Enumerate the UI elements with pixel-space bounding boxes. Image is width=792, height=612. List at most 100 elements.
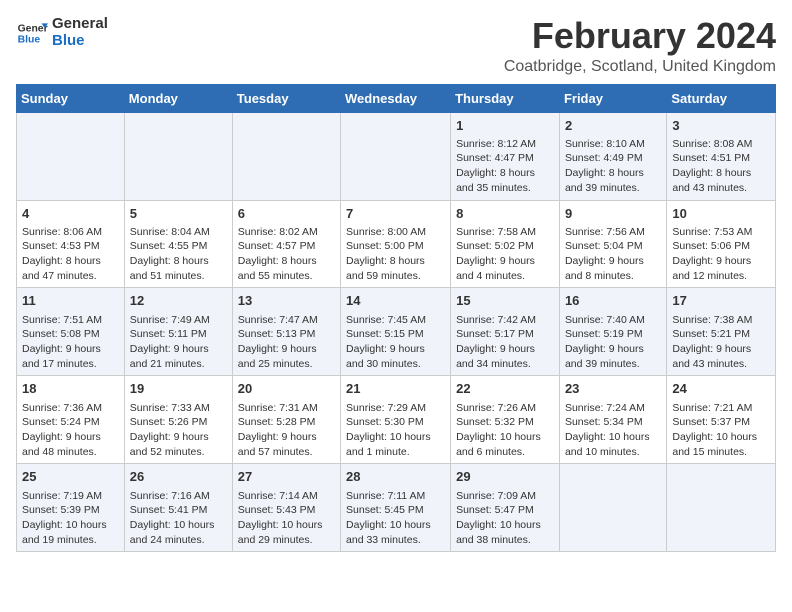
day-number: 16: [565, 292, 661, 310]
calendar-cell: 8Sunrise: 7:58 AM Sunset: 5:02 PM Daylig…: [451, 200, 560, 288]
header: General Blue General Blue February 2024 …: [16, 16, 776, 76]
location-title: Coatbridge, Scotland, United Kingdom: [504, 58, 776, 76]
day-number: 23: [565, 380, 661, 398]
calendar-cell: 4 Sunrise: 8:06 AM Sunset: 4:53 PM Daylig…: [17, 200, 125, 288]
day-info: Sunrise: 7:09 AM Sunset: 5:47 PM Dayligh…: [456, 489, 554, 548]
day-number: 2: [565, 117, 661, 135]
day-info: Sunrise: 7:26 AM Sunset: 5:32 PM Dayligh…: [456, 401, 554, 460]
calendar-cell: [124, 112, 232, 200]
calendar-cell: 7 Sunrise: 8:00 AM Sunset: 5:00 PM Daylig…: [341, 200, 451, 288]
calendar-cell: 27Sunrise: 7:14 AM Sunset: 5:43 PM Dayli…: [232, 464, 340, 552]
day-number: 7: [346, 205, 445, 223]
day-number: 21: [346, 380, 445, 398]
week-row-4: 18Sunrise: 7:36 AM Sunset: 5:24 PM Dayli…: [17, 376, 776, 464]
day-number: 6: [238, 205, 335, 223]
day-info: Sunrise: 7:51 AM Sunset: 5:08 PM Dayligh…: [22, 313, 119, 372]
calendar-cell: 22Sunrise: 7:26 AM Sunset: 5:32 PM Dayli…: [451, 376, 560, 464]
day-number: 28: [346, 468, 445, 486]
day-info: Sunrise: 7:53 AM Sunset: 5:06 PM Dayligh…: [672, 225, 770, 284]
calendar-cell: [667, 464, 776, 552]
calendar-cell: 26 Sunrise: 7:16 AM Sunset: 5:41 PM Dayli…: [124, 464, 232, 552]
day-info: Sunrise: 7:40 AM Sunset: 5:19 PM Dayligh…: [565, 313, 661, 372]
header-day-saturday: Saturday: [667, 84, 776, 112]
day-info: Sunrise: 7:11 AM Sunset: 5:45 PM Dayligh…: [346, 489, 445, 548]
svg-text:Blue: Blue: [18, 34, 41, 45]
day-info: Sunrise: 8:12 AM Sunset: 4:47 PM Dayligh…: [456, 137, 554, 196]
calendar-cell: 15Sunrise: 7:42 AM Sunset: 5:17 PM Dayli…: [451, 288, 560, 376]
day-info: Sunrise: 7:56 AM Sunset: 5:04 PM Dayligh…: [565, 225, 661, 284]
day-number: 25: [22, 468, 119, 486]
day-number: 13: [238, 292, 335, 310]
day-number: 5: [130, 205, 227, 223]
calendar-cell: 14 Sunrise: 7:45 AM Sunset: 5:15 PM Dayli…: [341, 288, 451, 376]
day-number: 26: [130, 468, 227, 486]
day-info: Sunrise: 8:00 AM Sunset: 5:00 PM Dayligh…: [346, 225, 445, 284]
day-number: 20: [238, 380, 335, 398]
calendar-cell: 16 Sunrise: 7:40 AM Sunset: 5:19 PM Dayli…: [559, 288, 666, 376]
day-info: Sunrise: 7:29 AM Sunset: 5:30 PM Dayligh…: [346, 401, 445, 460]
calendar-cell: 11Sunrise: 7:51 AM Sunset: 5:08 PM Dayli…: [17, 288, 125, 376]
logo: General Blue General Blue: [16, 16, 108, 49]
header-day-friday: Friday: [559, 84, 666, 112]
calendar-cell: 29 Sunrise: 7:09 AM Sunset: 5:47 PM Dayli…: [451, 464, 560, 552]
calendar-cell: 1 Sunrise: 8:12 AM Sunset: 4:47 PM Daylig…: [451, 112, 560, 200]
calendar-cell: 9Sunrise: 7:56 AM Sunset: 5:04 PM Daylig…: [559, 200, 666, 288]
header-day-sunday: Sunday: [17, 84, 125, 112]
calendar-cell: 6 Sunrise: 8:02 AM Sunset: 4:57 PM Daylig…: [232, 200, 340, 288]
calendar-cell: [341, 112, 451, 200]
day-number: 29: [456, 468, 554, 486]
calendar-cell: 3Sunrise: 8:08 AM Sunset: 4:51 PM Daylig…: [667, 112, 776, 200]
header-day-tuesday: Tuesday: [232, 84, 340, 112]
day-number: 4: [22, 205, 119, 223]
calendar-cell: 28 Sunrise: 7:11 AM Sunset: 5:45 PM Dayli…: [341, 464, 451, 552]
calendar-cell: [559, 464, 666, 552]
day-number: 19: [130, 380, 227, 398]
calendar-cell: 17Sunrise: 7:38 AM Sunset: 5:21 PM Dayli…: [667, 288, 776, 376]
header-row: SundayMondayTuesdayWednesdayThursdayFrid…: [17, 84, 776, 112]
header-day-monday: Monday: [124, 84, 232, 112]
day-info: Sunrise: 8:10 AM Sunset: 4:49 PM Dayligh…: [565, 137, 661, 196]
day-number: 18: [22, 380, 119, 398]
day-number: 24: [672, 380, 770, 398]
day-number: 1: [456, 117, 554, 135]
header-day-thursday: Thursday: [451, 84, 560, 112]
month-title: February 2024: [504, 16, 776, 56]
calendar-cell: [232, 112, 340, 200]
calendar-cell: 12 Sunrise: 7:49 AM Sunset: 5:11 PM Dayli…: [124, 288, 232, 376]
week-row-3: 11Sunrise: 7:51 AM Sunset: 5:08 PM Dayli…: [17, 288, 776, 376]
calendar-cell: 24 Sunrise: 7:21 AM Sunset: 5:37 PM Dayli…: [667, 376, 776, 464]
logo-blue: Blue: [52, 33, 108, 50]
calendar-cell: [17, 112, 125, 200]
day-info: Sunrise: 7:49 AM Sunset: 5:11 PM Dayligh…: [130, 313, 227, 372]
day-info: Sunrise: 7:21 AM Sunset: 5:37 PM Dayligh…: [672, 401, 770, 460]
calendar-cell: 18Sunrise: 7:36 AM Sunset: 5:24 PM Dayli…: [17, 376, 125, 464]
day-info: Sunrise: 7:31 AM Sunset: 5:28 PM Dayligh…: [238, 401, 335, 460]
calendar-cell: 5 Sunrise: 8:04 AM Sunset: 4:55 PM Daylig…: [124, 200, 232, 288]
week-row-2: 4 Sunrise: 8:06 AM Sunset: 4:53 PM Daylig…: [17, 200, 776, 288]
day-number: 12: [130, 292, 227, 310]
day-info: Sunrise: 7:24 AM Sunset: 5:34 PM Dayligh…: [565, 401, 661, 460]
calendar-cell: 20 Sunrise: 7:31 AM Sunset: 5:28 PM Dayli…: [232, 376, 340, 464]
day-info: Sunrise: 7:42 AM Sunset: 5:17 PM Dayligh…: [456, 313, 554, 372]
calendar-cell: 19Sunrise: 7:33 AM Sunset: 5:26 PM Dayli…: [124, 376, 232, 464]
calendar-cell: 13 Sunrise: 7:47 AM Sunset: 5:13 PM Dayli…: [232, 288, 340, 376]
day-info: Sunrise: 7:19 AM Sunset: 5:39 PM Dayligh…: [22, 489, 119, 548]
day-info: Sunrise: 7:16 AM Sunset: 5:41 PM Dayligh…: [130, 489, 227, 548]
day-info: Sunrise: 7:47 AM Sunset: 5:13 PM Dayligh…: [238, 313, 335, 372]
title-area: February 2024 Coatbridge, Scotland, Unit…: [504, 16, 776, 76]
day-info: Sunrise: 8:06 AM Sunset: 4:53 PM Dayligh…: [22, 225, 119, 284]
day-info: Sunrise: 8:02 AM Sunset: 4:57 PM Dayligh…: [238, 225, 335, 284]
calendar-cell: 25 Sunrise: 7:19 AM Sunset: 5:39 PM Dayli…: [17, 464, 125, 552]
calendar-cell: 2 Sunrise: 8:10 AM Sunset: 4:49 PM Daylig…: [559, 112, 666, 200]
day-info: Sunrise: 7:45 AM Sunset: 5:15 PM Dayligh…: [346, 313, 445, 372]
day-info: Sunrise: 8:04 AM Sunset: 4:55 PM Dayligh…: [130, 225, 227, 284]
header-day-wednesday: Wednesday: [341, 84, 451, 112]
logo-general: General: [52, 16, 108, 33]
day-number: 17: [672, 292, 770, 310]
day-info: Sunrise: 8:08 AM Sunset: 4:51 PM Dayligh…: [672, 137, 770, 196]
week-row-1: 1 Sunrise: 8:12 AM Sunset: 4:47 PM Daylig…: [17, 112, 776, 200]
day-number: 27: [238, 468, 335, 486]
calendar-body: 1 Sunrise: 8:12 AM Sunset: 4:47 PM Daylig…: [17, 112, 776, 552]
day-number: 14: [346, 292, 445, 310]
day-number: 8: [456, 205, 554, 223]
